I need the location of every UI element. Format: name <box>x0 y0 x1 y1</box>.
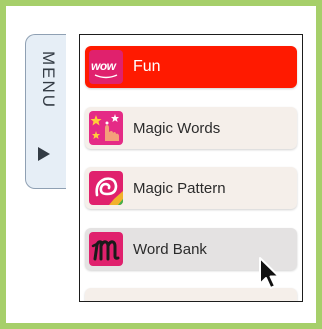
magic-hand-icon <box>89 111 123 145</box>
play-arrow-icon <box>38 147 50 161</box>
menu-item-label: Magic Pattern <box>133 179 226 197</box>
word-bank-m-icon <box>89 232 123 266</box>
menu-item-label: Fun <box>133 58 161 75</box>
menu-item-magic-words[interactable]: Magic Words <box>85 107 297 149</box>
content-frame: MENU wow Fun Magic Words Magic Pattern W… <box>0 0 322 329</box>
swirl-pattern-icon <box>89 171 123 205</box>
wow-logo-icon: wow <box>89 50 123 84</box>
menu-tab-label: MENU <box>39 51 58 110</box>
menu-item-magic-pattern[interactable]: Magic Pattern <box>85 167 297 209</box>
menu-item-label: Magic Words <box>133 119 221 137</box>
menu-item-label: Word Bank <box>133 240 207 258</box>
menu-toggle-tab[interactable]: MENU <box>25 34 66 189</box>
menu-item-fun[interactable]: wow Fun <box>85 46 297 88</box>
mouse-pointer-icon <box>259 257 280 289</box>
